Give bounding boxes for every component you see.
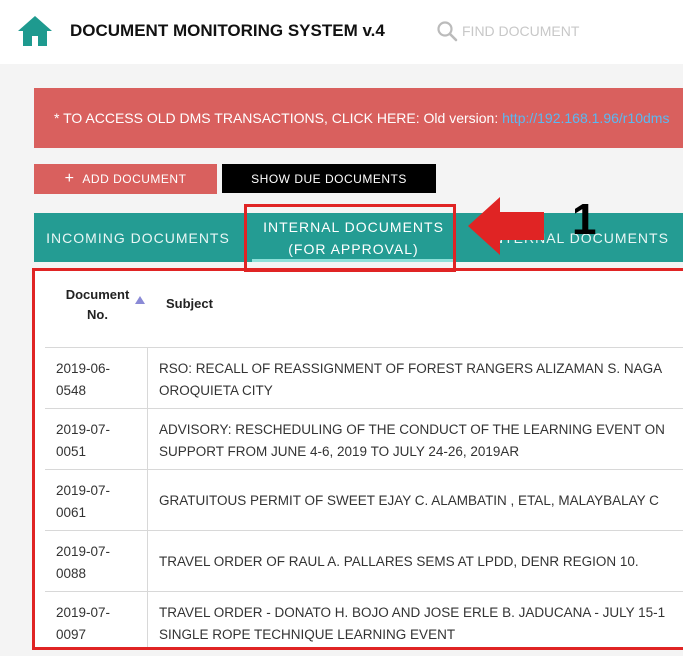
show-due-documents-label: SHOW DUE DOCUMENTS (251, 171, 407, 186)
tab-label: INCOMING DOCUMENTS (46, 229, 230, 246)
add-document-button[interactable]: + ADD DOCUMENT (34, 164, 217, 194)
plus-icon: + (64, 170, 75, 187)
show-due-documents-button[interactable]: SHOW DUE DOCUMENTS (222, 164, 436, 193)
old-version-link[interactable]: http://192.168.1.96/r10dms (502, 110, 669, 126)
search-icon[interactable] (436, 20, 458, 42)
add-document-label: ADD DOCUMENT (82, 172, 187, 186)
tab-incoming-documents[interactable]: INCOMING DOCUMENTS (34, 213, 242, 262)
app-title: DOCUMENT MONITORING SYSTEM v.4 (70, 21, 385, 40)
alert-text: * TO ACCESS OLD DMS TRANSACTIONS, CLICK … (54, 110, 503, 126)
annotation-arrow-icon (468, 197, 544, 255)
home-icon[interactable] (16, 14, 54, 48)
find-document-input[interactable] (462, 18, 652, 44)
top-bar: DOCUMENT MONITORING SYSTEM v.4 (0, 0, 683, 64)
annotation-highlight-tab (244, 204, 456, 272)
old-dms-alert: * TO ACCESS OLD DMS TRANSACTIONS, CLICK … (34, 88, 683, 148)
annotation-highlight-table (32, 268, 683, 650)
annotation-step-number: 1 (572, 195, 597, 244)
